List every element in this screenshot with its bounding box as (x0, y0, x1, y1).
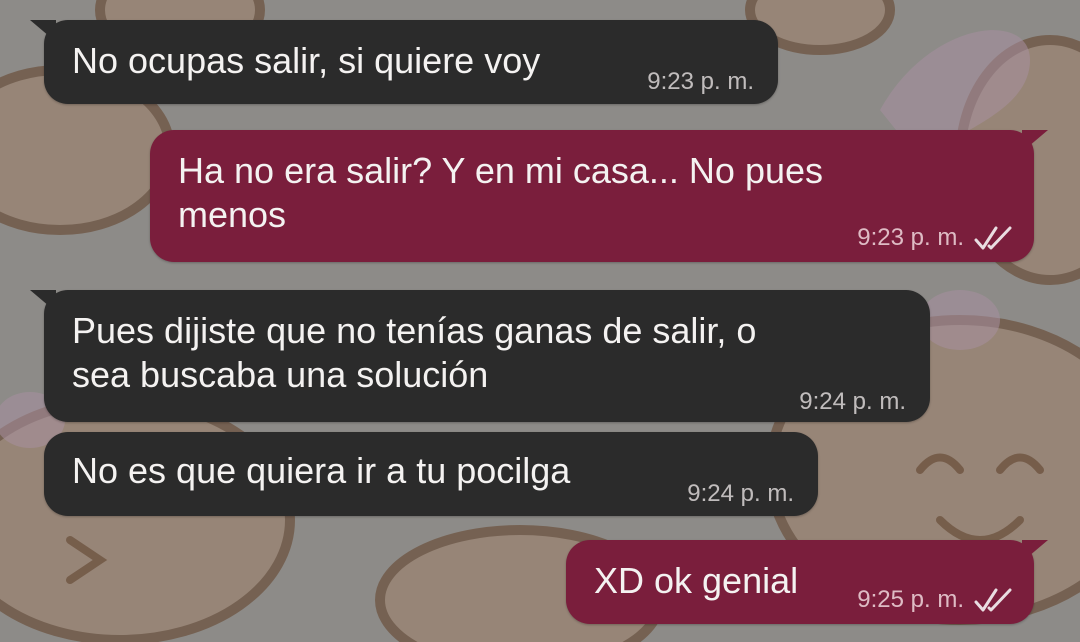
message-text-line: Pues dijiste que no tenías ganas de sali… (72, 310, 757, 351)
chat-thread[interactable]: No ocupas salir, si quiere voy 9:23 p. m… (0, 0, 1080, 642)
time-label: 9:25 p. m. (857, 586, 964, 613)
double-check-icon (974, 224, 1014, 252)
outgoing-message[interactable]: XD ok genial 9:25 p. m. (566, 540, 1048, 624)
message-timestamp: 9:23 p. m. (647, 68, 754, 96)
time-label: 9:24 p. m. (687, 480, 794, 507)
message-timestamp: 9:24 p. m. (687, 480, 794, 508)
message-text-line: sea buscaba una solución (72, 354, 489, 395)
message-timestamp: 9:23 p. m. (857, 224, 1014, 252)
incoming-message[interactable]: No es que quiera ir a tu pocilga 9:24 p.… (44, 432, 818, 516)
message-text: No es que quiera ir a tu pocilga (72, 450, 571, 491)
message-timestamp: 9:25 p. m. (857, 586, 1014, 614)
incoming-message[interactable]: Pues dijiste que no tenías ganas de sali… (30, 290, 930, 422)
double-check-icon (974, 586, 1014, 614)
time-label: 9:23 p. m. (647, 68, 754, 95)
incoming-message[interactable]: No ocupas salir, si quiere voy 9:23 p. m… (30, 20, 778, 104)
bubble-tail (30, 290, 56, 312)
bubble-tail (30, 20, 56, 42)
time-label: 9:24 p. m. (799, 388, 906, 415)
message-text: XD ok genial (594, 560, 799, 601)
message-text-line: menos (178, 194, 287, 235)
bubble-tail (1022, 540, 1048, 562)
message-timestamp: 9:24 p. m. (799, 388, 906, 416)
message-text-line: Ha no era salir? Y en mi casa... No pues (178, 150, 824, 191)
bubble-tail (1022, 130, 1048, 152)
time-label: 9:23 p. m. (857, 224, 964, 251)
outgoing-message[interactable]: Ha no era salir? Y en mi casa... No pues… (150, 130, 1048, 262)
message-text: No ocupas salir, si quiere voy (72, 40, 541, 81)
